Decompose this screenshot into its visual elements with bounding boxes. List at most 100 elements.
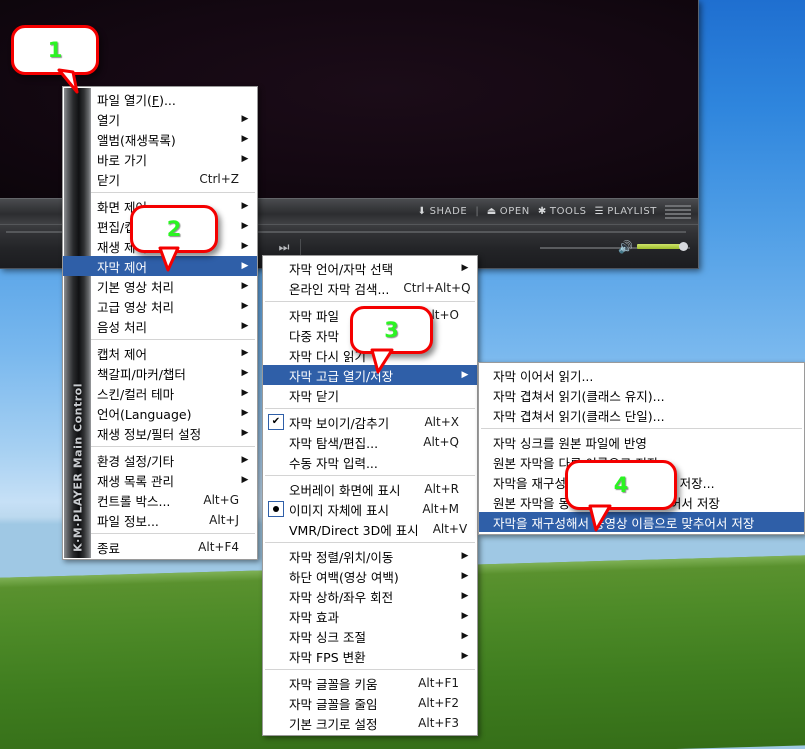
menu-item[interactable]: 자막 효과 ▶: [263, 606, 477, 626]
menu-item-gutter: [63, 363, 97, 383]
open-button[interactable]: ⏏ OPEN: [487, 206, 530, 217]
menu-item-gutter: [263, 713, 289, 733]
menu-item[interactable]: 자막 겹쳐서 읽기(클래스 단일)...: [479, 405, 804, 425]
checkmark-icon: ✔: [268, 414, 284, 430]
tools-button[interactable]: ✱ TOOLS: [538, 206, 587, 217]
menu-item[interactable]: 앨범(재생목록) ▶: [63, 129, 257, 149]
menu-item-gutter: [263, 519, 289, 539]
menu-item[interactable]: 바로 가기 ▶: [63, 149, 257, 169]
menu-item[interactable]: 자막 싱크 조절 ▶: [263, 626, 477, 646]
menu-item-gutter: [263, 693, 289, 713]
menu-item[interactable]: 고급 영상 처리 ▶: [63, 296, 257, 316]
callout-2-number: 2: [166, 217, 182, 241]
shade-button[interactable]: ⬇ SHADE: [418, 206, 468, 217]
menu-item-gutter: [63, 149, 97, 169]
menu-item-label: 기본 크기로 설정: [289, 716, 378, 732]
menu-item[interactable]: 기본 크기로 설정 Alt+F3: [263, 713, 477, 733]
menu-item[interactable]: 책갈피/마커/챕터 ▶: [63, 363, 257, 383]
menu-item-gutter: [263, 479, 289, 499]
menu-item-gutter: [479, 365, 493, 385]
menu-item-label: 스킨/컬러 테마: [97, 386, 175, 402]
menu-item[interactable]: 환경 설정/기타 ▶: [63, 450, 257, 470]
submenu-arrow-icon: ▶: [241, 220, 249, 231]
menu-item-label: 종료: [97, 540, 121, 556]
menu-item[interactable]: VMR/Direct 3D에 표시 Alt+V: [263, 519, 477, 539]
menu-item[interactable]: 자막 정렬/위치/이동 ▶: [263, 546, 477, 566]
menu-item[interactable]: 캡처 제어 ▶: [63, 343, 257, 363]
menu-item[interactable]: 언어(Language) ▶: [63, 403, 257, 423]
submenu-arrow-icon: ▶: [241, 280, 249, 291]
submenu-arrow-icon: ▶: [461, 570, 469, 581]
menu-item[interactable]: 자막 싱크를 원본 파일에 반영: [479, 432, 804, 452]
menu-item-label: 자막 겹쳐서 읽기(클래스 단일)...: [493, 408, 665, 424]
menu-item[interactable]: 기본 영상 처리 ▶: [63, 276, 257, 296]
menu-item[interactable]: 수동 자막 입력...: [263, 452, 477, 472]
menu-item[interactable]: 자막 언어/자막 선택 ▶: [263, 258, 477, 278]
menu-item-gutter: [263, 646, 289, 666]
menu-item[interactable]: 자막 닫기: [263, 385, 477, 405]
menu-item-shortcut: Alt+J: [209, 513, 239, 527]
submenu-arrow-icon: ▶: [461, 262, 469, 273]
menu-item[interactable]: 자막 겹쳐서 읽기(클래스 유지)...: [479, 385, 804, 405]
menu-item[interactable]: 재생 정보/필터 설정 ▶: [63, 423, 257, 443]
menu-item-gutter: [263, 432, 289, 452]
menu-item[interactable]: 자막 탐색/편집... Alt+Q: [263, 432, 477, 452]
menu-item[interactable]: 스킨/컬러 테마 ▶: [63, 383, 257, 403]
radio-dot-icon: [268, 501, 284, 517]
menu-item-label: 오버레이 화면에 표시: [289, 482, 401, 498]
menu-item-label: 닫기: [97, 172, 121, 188]
menu-item[interactable]: 이미지 자체에 표시 Alt+M: [263, 499, 477, 519]
menu-item-gutter: [63, 470, 97, 490]
main-control-menu[interactable]: K·M·PLAYER Main Control 파일 열기(F)... 열기 ▶ 앨범…: [62, 86, 258, 560]
menu-item-label: 자막 보이기/감추기: [289, 415, 390, 431]
menu-separator: [265, 669, 475, 670]
menu-item[interactable]: 종료 Alt+F4: [63, 537, 257, 557]
submenu-arrow-icon: ▶: [241, 240, 249, 251]
menu-item[interactable]: ✔ 자막 보이기/감추기 Alt+X: [263, 412, 477, 432]
menu-item[interactable]: 자막 FPS 변환 ▶: [263, 646, 477, 666]
menu-item[interactable]: 온라인 자막 검색... Ctrl+Alt+Q: [263, 278, 477, 298]
submenu-arrow-icon: ▶: [241, 260, 249, 271]
menu-item-label: 자막 겹쳐서 읽기(클래스 유지)...: [493, 388, 665, 404]
menu-item[interactable]: 재생 목록 관리 ▶: [63, 470, 257, 490]
playlist-button[interactable]: ☰ PLAYLIST: [595, 206, 657, 217]
menu-separator: [265, 408, 475, 409]
menu-item-shortcut: Alt+F1: [418, 676, 459, 690]
menu-item-gutter: [63, 450, 97, 470]
menu-item[interactable]: 자막 상하/좌우 회전 ▶: [263, 586, 477, 606]
menu-item-label: 파일 열기(F)...: [97, 92, 176, 108]
menu-item[interactable]: 자막 이어서 읽기...: [479, 365, 804, 385]
menu-item-label: 고급 영상 처리: [97, 299, 174, 315]
menu-item[interactable]: 닫기 Ctrl+Z: [63, 169, 257, 189]
menu-item[interactable]: 파일 정보... Alt+J: [63, 510, 257, 530]
submenu-arrow-icon: ▶: [461, 630, 469, 641]
menu-item[interactable]: 자막 글꼴을 키움 Alt+F1: [263, 673, 477, 693]
menu-item-label: VMR/Direct 3D에 표시: [289, 522, 419, 538]
menu-item-shortcut: Ctrl+Alt+Q: [403, 281, 471, 295]
submenu-arrow-icon: ▶: [241, 113, 249, 124]
menu-item[interactable]: 음성 처리 ▶: [63, 316, 257, 336]
menu-item-gutter: [63, 403, 97, 423]
playlist-label: PLAYLIST: [607, 206, 657, 217]
menu-item-label: 파일 정보...: [97, 513, 159, 529]
menu-item[interactable]: 열기 ▶: [63, 109, 257, 129]
submenu-arrow-icon: ▶: [241, 427, 249, 438]
menu-item-gutter: [263, 385, 289, 405]
menu-item[interactable]: 자막 글꼴을 줄임 Alt+F2: [263, 693, 477, 713]
tools-label: TOOLS: [549, 206, 587, 217]
menu-item-gutter: [263, 278, 289, 298]
volume-icon[interactable]: 🔊: [618, 240, 633, 254]
menu-item-label: 하단 여백(영상 여백): [289, 569, 399, 585]
menu-item-gutter: [63, 109, 97, 129]
menu-item-gutter: [263, 258, 289, 278]
skip-next-icon[interactable]: ⏭: [276, 239, 292, 255]
grip-handle[interactable]: [665, 204, 691, 219]
menu-item[interactable]: 파일 열기(F)...: [63, 89, 257, 109]
menu-item[interactable]: 컨트롤 박스... Alt+G: [63, 490, 257, 510]
menu-item[interactable]: 오버레이 화면에 표시 Alt+R: [263, 479, 477, 499]
menu-item-label: 자막 이어서 읽기...: [493, 368, 594, 384]
menu-item[interactable]: 하단 여백(영상 여백) ▶: [263, 566, 477, 586]
menu-item[interactable]: 자막을 재구성해서 동영상 이름으로 맞추어서 저장: [479, 512, 804, 532]
menu-item-gutter: [63, 169, 97, 189]
volume-knob[interactable]: [679, 242, 688, 251]
